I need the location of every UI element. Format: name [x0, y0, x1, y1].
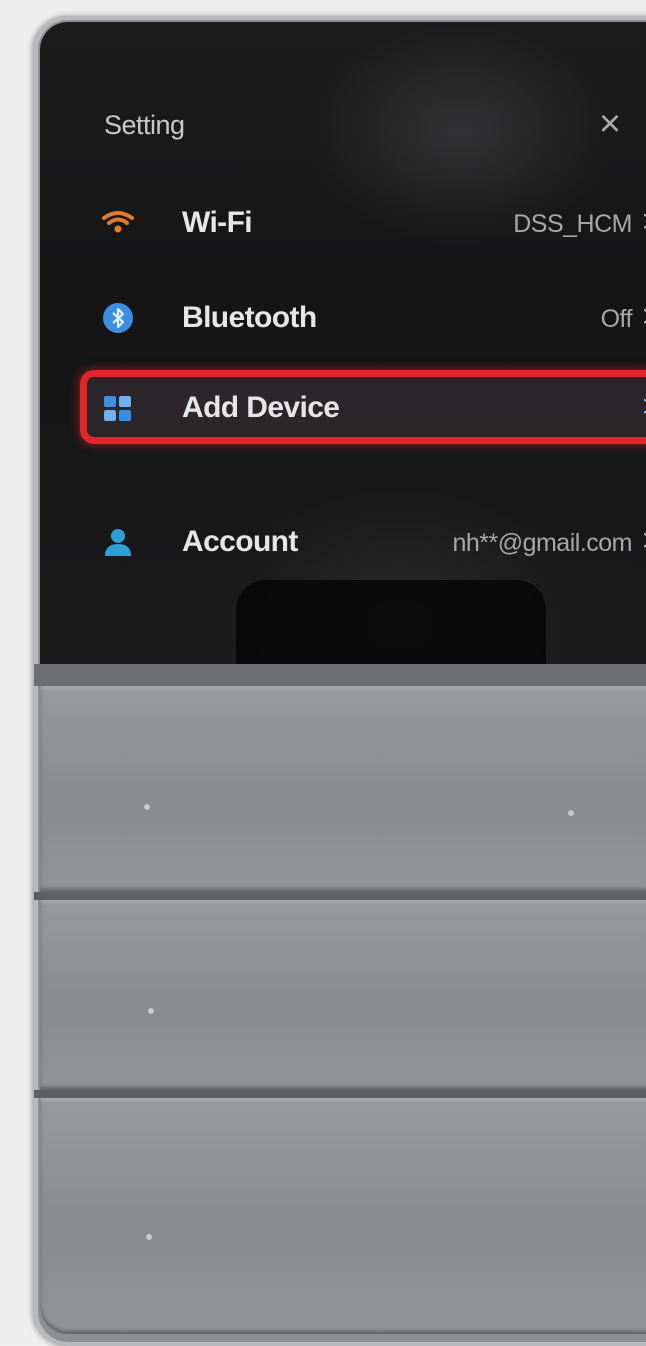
- settings-item-label: Account: [182, 525, 298, 558]
- wifi-icon: [100, 205, 136, 241]
- bluetooth-icon: [100, 300, 136, 336]
- settings-item-value: DSS_HCM: [513, 210, 632, 238]
- settings-screen: Setting × Wi-Fi DSS_HCM >: [40, 22, 646, 664]
- settings-header: Setting ×: [104, 104, 624, 160]
- settings-item-label: Add Device: [182, 391, 340, 424]
- close-icon[interactable]: ×: [590, 104, 630, 144]
- panel-divider: [34, 1090, 646, 1098]
- page-title: Setting: [104, 110, 185, 140]
- chevron-right-icon: >: [642, 390, 646, 424]
- indicator-dot: [568, 810, 574, 816]
- settings-item-wifi[interactable]: Wi-Fi DSS_HCM >: [100, 193, 646, 253]
- indicator-dot: [146, 1234, 152, 1240]
- switch-button-2[interactable]: [40, 900, 646, 1090]
- chevron-right-icon: >: [642, 524, 646, 558]
- switch-button-1[interactable]: [40, 686, 646, 892]
- smart-panel-device: Setting × Wi-Fi DSS_HCM >: [34, 16, 646, 1346]
- panel-divider: [34, 892, 646, 900]
- add-device-icon: [100, 390, 136, 426]
- account-icon: [100, 524, 136, 560]
- panel-divider: [34, 664, 646, 686]
- settings-item-label: Wi-Fi: [182, 206, 253, 239]
- settings-item-add-device[interactable]: Add Device >: [100, 378, 646, 438]
- settings-item-bluetooth[interactable]: Bluetooth Off >: [100, 288, 646, 348]
- switch-button-3[interactable]: [40, 1098, 646, 1334]
- settings-item-account[interactable]: Account nh**@gmail.com >: [100, 512, 646, 572]
- glass-reflection: [236, 580, 546, 664]
- indicator-dot: [148, 1008, 154, 1014]
- photo-background: Setting × Wi-Fi DSS_HCM >: [0, 0, 646, 1346]
- settings-item-label: Bluetooth: [182, 301, 317, 334]
- indicator-dot: [144, 804, 150, 810]
- chevron-right-icon: >: [642, 205, 646, 239]
- chevron-right-icon: >: [642, 300, 646, 334]
- settings-item-value: Off: [600, 305, 633, 333]
- settings-item-value: nh**@gmail.com: [452, 529, 632, 557]
